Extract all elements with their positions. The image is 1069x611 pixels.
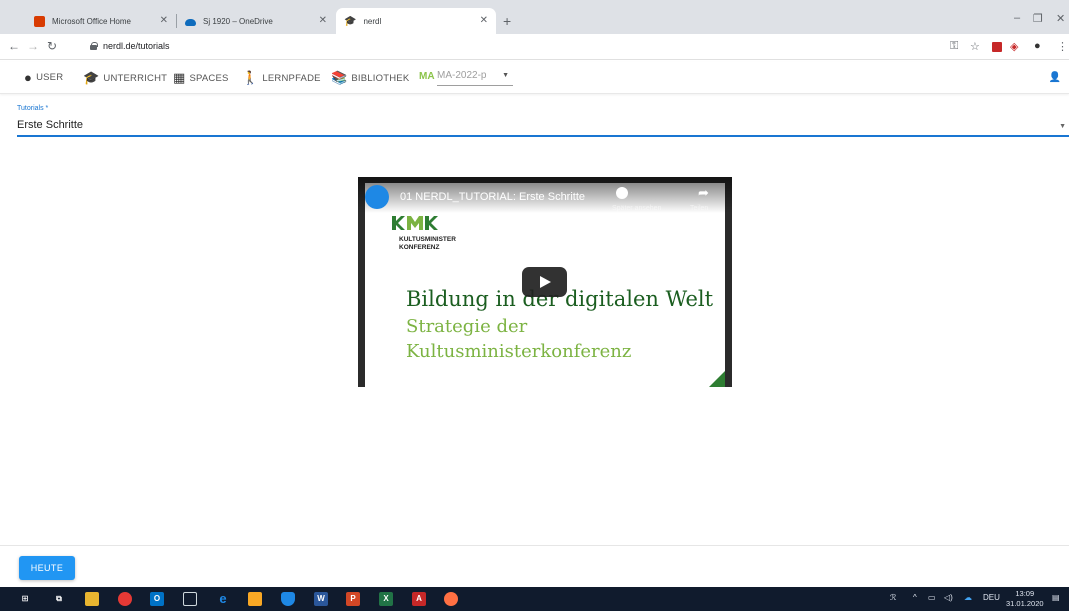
channel-avatar-icon[interactable] xyxy=(365,185,389,209)
required-mark: * xyxy=(45,105,49,112)
clock-date: 31.01.2020 xyxy=(1006,599,1044,608)
minimize-icon[interactable]: – xyxy=(1014,12,1020,24)
browser-tab-strip: Microsoft Office Home ✕ Sj 1920 – OneDri… xyxy=(0,0,1069,34)
class-select[interactable]: MA-2022-p ▼ xyxy=(437,70,513,86)
chrome-icon[interactable] xyxy=(118,592,132,606)
word-icon[interactable]: W xyxy=(314,592,328,606)
walking-person-icon: 🚶 xyxy=(242,70,259,85)
tutorials-select[interactable]: Erste Schritte xyxy=(17,119,83,131)
account-icon[interactable]: 👤 xyxy=(1049,72,1061,83)
kmk-line1: KULTUSMINISTER xyxy=(399,236,456,243)
calendar-icon[interactable] xyxy=(183,592,197,606)
video-title[interactable]: 01 NERDL_TUTORIAL: Erste Schritte xyxy=(400,191,585,203)
address-bar: ← → ↻ nerdl.de/tutorials ⚿ ☆ ◈ ● ⋮ xyxy=(0,34,1069,60)
new-tab-icon[interactable]: + xyxy=(503,13,511,29)
edge-icon[interactable]: e xyxy=(216,592,230,606)
share-label: Teilen xyxy=(690,205,709,212)
chevron-down-icon[interactable]: ▼ xyxy=(1059,123,1066,130)
nav-label: SPACES xyxy=(189,72,229,84)
share-icon[interactable]: ➦ xyxy=(698,185,709,201)
windows-taskbar: ⊞ ⧉ O e W P X A ℛ ^ ▭ ◁) ☁ DEU 13:09 31.… xyxy=(0,587,1069,611)
graduation-cap-icon: 🎓 xyxy=(83,70,100,85)
slide-subline-2: Kultusministerkonferenz xyxy=(406,341,632,362)
browser-tab-onedrive[interactable]: Sj 1920 – OneDrive ✕ xyxy=(177,8,335,34)
back-icon[interactable]: ← xyxy=(8,39,20,53)
tutorials-select-label: Tutorials * xyxy=(17,105,48,112)
tutorial-video[interactable]: KULTUSMINISTER KONFERENZ Bildung in der … xyxy=(358,177,732,387)
select-underline xyxy=(17,135,1069,137)
nav-bibliothek[interactable]: 📚 BIBLIOTHEK xyxy=(331,70,409,86)
maximize-icon[interactable]: ❐ xyxy=(1033,12,1043,25)
class-select-value: MA-2022-p xyxy=(437,70,487,81)
close-window-icon[interactable]: ✕ xyxy=(1056,12,1065,25)
user-circle-icon: ● xyxy=(24,70,33,85)
acrobat-icon[interactable]: A xyxy=(412,592,426,606)
app-navigation: ● USER 🎓 UNTERRICHT ▦ SPACES 🚶 LERNPFADE… xyxy=(0,62,1069,94)
tutorials-label-text: Tutorials xyxy=(17,105,44,112)
onedrive-icon xyxy=(185,19,196,26)
browser-tab-nerdl[interactable]: 🎓 nerdl ✕ xyxy=(336,8,496,34)
slide-subline-1: Strategie der xyxy=(406,316,528,337)
bottom-action-bar: HEUTE xyxy=(0,545,1069,587)
people-icon[interactable]: ℛ xyxy=(890,593,896,602)
nav-user[interactable]: ● USER xyxy=(24,70,63,85)
profile-icon[interactable]: ● xyxy=(1034,40,1041,52)
close-tab-icon[interactable]: ✕ xyxy=(319,15,327,26)
office-icon xyxy=(34,15,45,27)
nav-label: LERNPFADE xyxy=(262,72,321,84)
firefox-icon[interactable] xyxy=(444,592,458,606)
kmk-line2: KONFERENZ xyxy=(399,244,440,251)
lock-icon xyxy=(90,42,98,50)
windows-start-icon[interactable]: ⊞ xyxy=(18,592,32,606)
forward-icon[interactable]: → xyxy=(27,39,39,53)
language-indicator[interactable]: DEU xyxy=(983,593,1000,602)
excel-icon[interactable]: X xyxy=(379,592,393,606)
kmk-wordmark: KULTUSMINISTER KONFERENZ xyxy=(399,236,456,252)
key-icon[interactable]: ⚿ xyxy=(950,40,958,53)
url-field[interactable]: nerdl.de/tutorials xyxy=(90,41,170,51)
defender-icon[interactable] xyxy=(281,592,295,606)
nav-unterricht[interactable]: 🎓 UNTERRICHT xyxy=(83,70,167,86)
ma-label: MA xyxy=(419,71,435,82)
browser-tab-office[interactable]: Microsoft Office Home ✕ xyxy=(26,8,176,34)
close-tab-icon[interactable]: ✕ xyxy=(480,15,488,26)
notification-icon[interactable]: ▤ xyxy=(1052,593,1060,602)
system-clock[interactable]: 13:09 31.01.2020 xyxy=(1006,589,1044,609)
star-icon[interactable]: ☆ xyxy=(970,40,980,53)
tab-title: nerdl xyxy=(363,16,382,26)
tab-title: Sj 1920 – OneDrive xyxy=(203,16,273,26)
spaces-icon: ▦ xyxy=(173,70,186,85)
nerdl-icon: 🎓 xyxy=(344,15,357,27)
nav-label: UNTERRICHT xyxy=(103,72,168,84)
watch-later-icon[interactable] xyxy=(616,187,628,199)
today-button[interactable]: HEUTE xyxy=(19,556,75,580)
nav-label: BIBLIOTHEK xyxy=(351,72,410,84)
play-button-icon[interactable] xyxy=(522,267,567,297)
onedrive-tray-icon[interactable]: ☁ xyxy=(964,593,972,602)
nav-label: USER xyxy=(36,72,64,83)
slide-corner-accent xyxy=(709,371,725,387)
nav-spaces[interactable]: ▦ SPACES xyxy=(173,70,229,86)
sticky-notes-icon[interactable] xyxy=(248,592,262,606)
extension-icon[interactable] xyxy=(992,42,1002,52)
nav-lernpfade[interactable]: 🚶 LERNPFADE xyxy=(242,70,321,86)
outlook-icon[interactable]: O xyxy=(150,592,164,606)
watch-later-label: Später ansehen xyxy=(612,205,662,212)
close-tab-icon[interactable]: ✕ xyxy=(160,15,168,26)
tray-chevron-icon[interactable]: ^ xyxy=(913,593,917,602)
url-text: nerdl.de/tutorials xyxy=(103,41,170,51)
menu-icon[interactable]: ⋮ xyxy=(1057,40,1068,53)
battery-icon[interactable]: ▭ xyxy=(928,593,936,602)
clock-time: 13:09 xyxy=(1015,589,1035,598)
reload-icon[interactable]: ↻ xyxy=(47,39,57,53)
chevron-down-icon: ▼ xyxy=(502,72,509,79)
powerpoint-icon[interactable]: P xyxy=(346,592,360,606)
extension-shield-icon[interactable]: ◈ xyxy=(1010,40,1018,53)
volume-icon[interactable]: ◁) xyxy=(944,593,953,602)
kmk-logo xyxy=(392,216,438,230)
tab-title: Microsoft Office Home xyxy=(52,16,131,26)
task-view-icon[interactable]: ⧉ xyxy=(52,592,66,606)
library-icon: 📚 xyxy=(331,70,348,85)
file-explorer-icon[interactable] xyxy=(85,592,99,606)
